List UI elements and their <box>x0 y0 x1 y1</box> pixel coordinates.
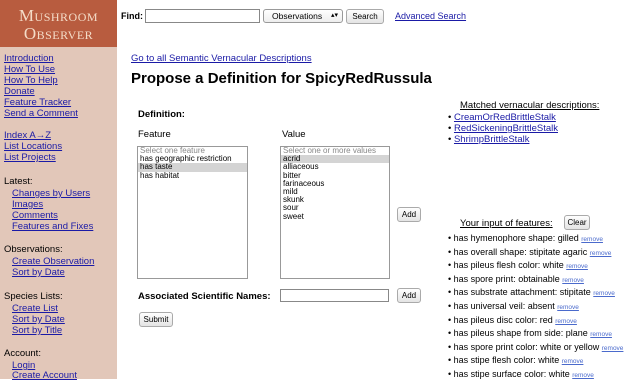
feature-text: has pileus shape from side: plane <box>453 328 588 339</box>
search-button[interactable]: Search <box>346 9 384 24</box>
remove-link[interactable]: remove <box>590 331 612 338</box>
sidebar-item-how-to-help[interactable]: How To Help <box>4 75 58 86</box>
select-arrows-icon: ▴▾ <box>330 12 338 19</box>
input-features-list: • has hymenophore shape: gilled remove •… <box>448 233 623 383</box>
search-type-value: Observations <box>272 11 323 21</box>
definition-label: Definition: <box>138 109 185 120</box>
value-option[interactable]: sweet <box>281 212 389 221</box>
sidebar-item-sort-by-title[interactable]: Sort by Title <box>12 325 62 336</box>
list-item: • has spore print: obtainable remove <box>448 273 584 284</box>
assoc-names-label: Associated Scientific Names: <box>138 291 271 302</box>
matched-link[interactable]: RedSickeningBrittleStalk <box>454 123 558 134</box>
input-heading: Your input of features: <box>460 218 553 229</box>
sidebar-item-obs-sort-by-date[interactable]: Sort by Date <box>12 267 65 278</box>
feature-listbox[interactable]: Select one feature has geographic restri… <box>137 146 248 279</box>
sidebar-item-introduction[interactable]: Introduction <box>4 53 54 64</box>
add-name-button[interactable]: Add <box>397 288 421 303</box>
sidebar-item-create-list[interactable]: Create List <box>12 303 58 314</box>
list-item: • has pileus flesh color: white remove <box>448 260 588 271</box>
sidebar-item-list-locations[interactable]: List Locations <box>4 141 62 152</box>
list-item: • ShrimpBrittleStalk <box>448 134 530 145</box>
sidebar-item-create-observation[interactable]: Create Observation <box>12 256 94 267</box>
search-bar: Find: Observations ▴▾ Search Advanced Se… <box>117 0 641 36</box>
sidebar-item-how-to-use[interactable]: How To Use <box>4 64 55 75</box>
list-item: • has overall shape: stipitate agaric re… <box>448 246 612 257</box>
matched-link[interactable]: CreamOrRedBrittleStalk <box>454 112 556 123</box>
search-input[interactable] <box>145 9 260 23</box>
sidebar-heading-account: Account: <box>4 348 41 359</box>
feature-text: has stipe surface color: white <box>453 368 570 379</box>
list-item: • has universal veil: absent remove <box>448 300 579 311</box>
sidebar-item-feature-tracker[interactable]: Feature Tracker <box>4 97 71 108</box>
submit-button[interactable]: Submit <box>139 312 173 327</box>
feature-option[interactable]: has habitat <box>138 171 247 180</box>
remove-link[interactable]: remove <box>557 304 579 311</box>
feature-text: has pileus disc color: red <box>453 314 553 325</box>
search-label: Find: <box>121 11 143 21</box>
goto-descriptions-link[interactable]: Go to all Semantic Vernacular Descriptio… <box>131 53 312 64</box>
remove-link[interactable]: remove <box>562 358 584 365</box>
list-item: • CreamOrRedBrittleStalk <box>448 112 556 123</box>
remove-link[interactable]: remove <box>566 263 588 270</box>
clear-button[interactable]: Clear <box>564 215 590 230</box>
list-item: • has stipe surface color: white remove <box>448 368 594 379</box>
sidebar-item-species-sort-by-date[interactable]: Sort by Date <box>12 314 65 325</box>
list-item: • has stipe flesh color: white remove <box>448 355 584 366</box>
sidebar-item-features-fixes[interactable]: Features and Fixes <box>12 221 93 232</box>
main-content: Go to all Semantic Vernacular Descriptio… <box>117 36 641 379</box>
feature-text: has overall shape: stipitate agaric <box>453 246 588 257</box>
sidebar-item-donate[interactable]: Donate <box>4 86 35 97</box>
remove-link[interactable]: remove <box>572 372 594 379</box>
sidebar-item-comments[interactable]: Comments <box>12 210 58 221</box>
feature-text: has substrate attachment: stipitate <box>453 287 591 298</box>
list-item: • RedSickeningBrittleStalk <box>448 123 558 134</box>
remove-link[interactable]: remove <box>581 236 603 243</box>
list-item: • has pileus disc color: red remove <box>448 314 577 325</box>
add-feature-button[interactable]: Add <box>397 207 421 222</box>
search-type-select[interactable]: Observations ▴▾ <box>263 9 343 23</box>
remove-link[interactable]: remove <box>562 277 584 284</box>
sidebar-item-send-comment[interactable]: Send a Comment <box>4 108 78 119</box>
sidebar-heading-observations: Observations: <box>4 244 63 255</box>
assoc-names-input[interactable] <box>280 289 389 302</box>
feature-text: has stipe flesh color: white <box>453 355 560 366</box>
sidebar-heading-latest: Latest: <box>4 176 33 187</box>
logo-line-2: Observer <box>23 24 94 43</box>
list-item: • has hymenophore shape: gilled remove <box>448 233 603 243</box>
matched-heading: Matched vernacular descriptions: <box>460 100 600 111</box>
site-logo[interactable]: Mushroom Observer <box>0 0 117 47</box>
sidebar-item-changes-by-users[interactable]: Changes by Users <box>12 188 90 199</box>
feature-text: has universal veil: absent <box>453 300 555 311</box>
value-listbox[interactable]: Select one or more values acrid alliaceo… <box>280 146 390 279</box>
list-item: • has pileus shape from side: plane remo… <box>448 328 612 339</box>
sidebar-item-images[interactable]: Images <box>12 199 43 210</box>
sidebar-item-index[interactable]: Index A→Z <box>4 130 51 141</box>
remove-link[interactable]: remove <box>555 318 577 325</box>
advanced-search-link[interactable]: Advanced Search <box>395 11 466 21</box>
sidebar-item-create-account[interactable]: Create Account <box>12 370 77 381</box>
page-title: Propose a Definition for SpicyRedRussula <box>131 70 432 87</box>
matched-link[interactable]: ShrimpBrittleStalk <box>454 134 530 145</box>
remove-link[interactable]: remove <box>590 250 612 257</box>
remove-link[interactable]: remove <box>593 290 615 297</box>
sidebar: Introduction How To Use How To Help Dona… <box>0 47 117 381</box>
feature-column-header: Feature <box>138 129 171 140</box>
remove-link[interactable]: remove <box>602 345 624 352</box>
feature-text: has spore print color: white or yellow <box>453 341 600 352</box>
list-item: • has spore print color: white or yellow… <box>448 341 624 352</box>
feature-text: has hymenophore shape: gilled <box>453 233 579 243</box>
matched-list: • CreamOrRedBrittleStalk • RedSickeningB… <box>448 112 558 145</box>
logo-line-1: Mushroom <box>18 6 99 25</box>
feature-text: has spore print: obtainable <box>453 273 560 284</box>
list-item: • has substrate attachment: stipitate re… <box>448 287 615 298</box>
sidebar-heading-species-lists: Species Lists: <box>4 291 63 302</box>
sidebar-item-list-projects[interactable]: List Projects <box>4 152 56 163</box>
feature-text: has pileus flesh color: white <box>453 260 564 271</box>
value-column-header: Value <box>282 129 306 140</box>
